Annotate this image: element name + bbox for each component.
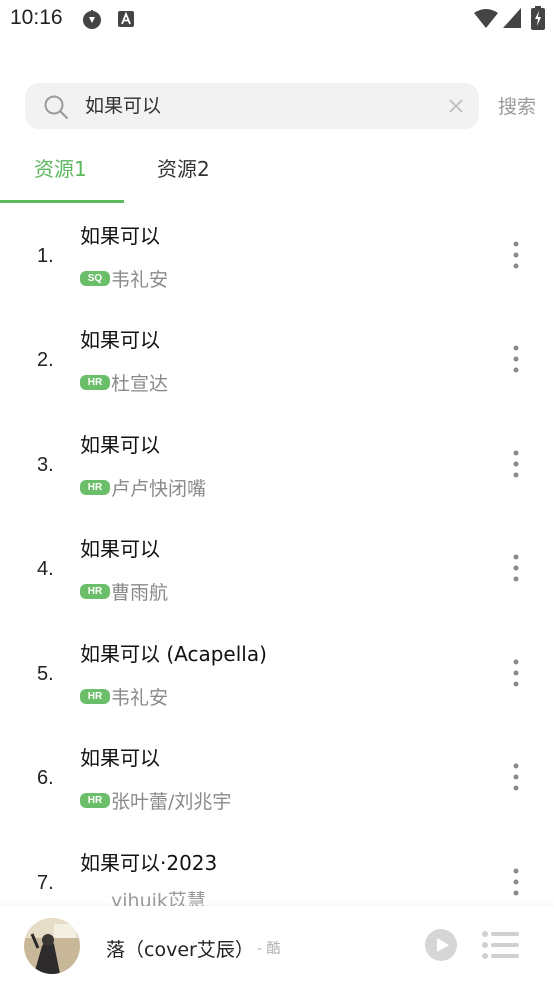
more-options-icon[interactable] — [510, 866, 522, 902]
search-box[interactable]: 如果可以 — [25, 83, 479, 129]
album-art[interactable] — [24, 918, 80, 978]
quality-badge: HR — [80, 689, 110, 704]
a-notification-icon — [117, 10, 135, 32]
result-row[interactable]: 3. 如果可以 HR 卢卢快闭嘴 — [0, 416, 554, 520]
search-icon — [43, 94, 69, 124]
source-tabs: 资源1 资源2 — [0, 145, 554, 205]
quality-badge: HR — [80, 375, 110, 390]
result-row[interactable]: 6. 如果可以 HR 张叶蕾/刘兆宇 — [0, 729, 554, 833]
artist-name: 韦礼安 — [111, 687, 169, 709]
mini-player[interactable]: 落（cover艾辰） - 酷 — [0, 906, 554, 984]
row-index: 2. — [37, 349, 54, 371]
tab-indicator — [0, 200, 124, 203]
play-icon[interactable] — [424, 928, 458, 966]
battery-charging-icon — [531, 6, 545, 34]
result-row[interactable]: 4. 如果可以 HR 曹雨航 — [0, 520, 554, 624]
row-index: 5. — [37, 663, 54, 685]
artist-name: 张叶蕾/刘兆宇 — [111, 791, 232, 813]
row-index: 3. — [37, 454, 54, 476]
row-index: 7. — [37, 872, 54, 894]
artist-name: 韦礼安 — [111, 269, 169, 291]
clear-icon[interactable] — [447, 97, 465, 119]
now-playing-artist: - 酷 — [257, 941, 281, 957]
more-options-icon[interactable] — [510, 239, 522, 275]
song-title: 如果可以 — [80, 746, 160, 770]
app-notification-icon — [81, 8, 103, 34]
playlist-icon[interactable] — [481, 930, 519, 964]
result-row[interactable]: 5. 如果可以 (Acapella) HR 韦礼安 — [0, 625, 554, 729]
quality-badge: SQ — [80, 271, 110, 286]
quality-badge: HR — [80, 584, 110, 599]
song-title: 如果可以 (Acapella) — [80, 642, 267, 666]
song-title: 如果可以 — [80, 328, 160, 352]
status-bar: 10:16 — [0, 0, 554, 40]
more-options-icon[interactable] — [510, 448, 522, 484]
tab-source-1[interactable]: 资源1 — [34, 153, 87, 182]
song-title: 如果可以·2023 — [80, 851, 218, 875]
wifi-icon — [474, 9, 498, 33]
row-index: 6. — [37, 767, 54, 789]
artist-name: 卢卢快闭嘴 — [111, 478, 207, 500]
row-index: 4. — [37, 558, 54, 580]
result-row[interactable]: 2. 如果可以 HR 杜宣达 — [0, 311, 554, 415]
result-row[interactable]: 1. 如果可以 SQ 韦礼安 — [0, 207, 554, 311]
status-time: 10:16 — [10, 6, 63, 29]
quality-badge: HR — [80, 480, 110, 495]
artist-name: 曹雨航 — [111, 582, 169, 604]
tab-source-2[interactable]: 资源2 — [157, 153, 210, 182]
more-options-icon[interactable] — [510, 761, 522, 797]
song-title: 如果可以 — [80, 224, 160, 248]
search-input[interactable]: 如果可以 — [85, 83, 435, 129]
search-button[interactable]: 搜索 — [498, 92, 536, 119]
quality-badge: HR — [80, 793, 110, 808]
row-index: 1. — [37, 245, 54, 267]
song-title: 如果可以 — [80, 433, 160, 457]
cell-signal-icon — [503, 8, 521, 32]
more-options-icon[interactable] — [510, 343, 522, 379]
more-options-icon[interactable] — [510, 657, 522, 693]
song-title: 如果可以 — [80, 537, 160, 561]
more-options-icon[interactable] — [510, 552, 522, 588]
now-playing-title: 落（cover艾辰） — [106, 939, 254, 961]
artist-name: 杜宣达 — [111, 373, 169, 395]
